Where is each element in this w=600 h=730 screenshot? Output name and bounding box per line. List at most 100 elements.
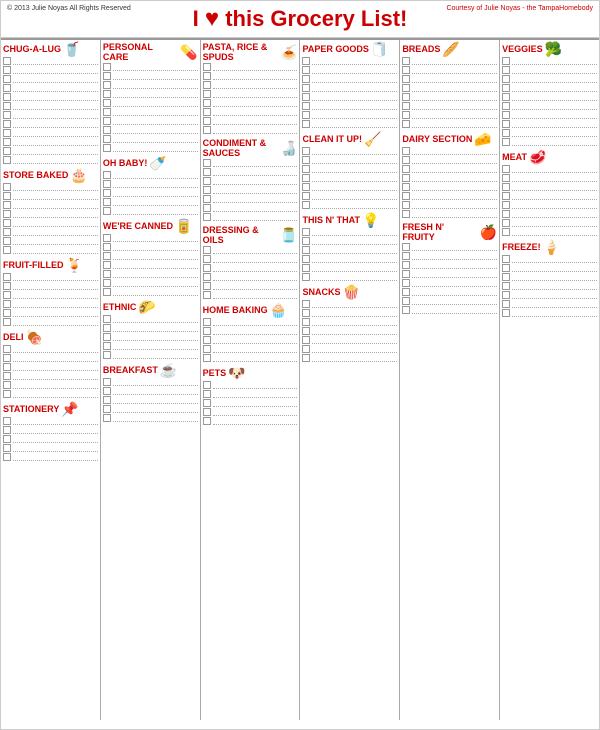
- checkbox[interactable]: [103, 81, 111, 89]
- checkbox[interactable]: [3, 273, 11, 281]
- checkbox[interactable]: [3, 417, 11, 425]
- checkbox[interactable]: [203, 417, 211, 425]
- checkbox[interactable]: [3, 291, 11, 299]
- checkbox[interactable]: [203, 81, 211, 89]
- checkbox[interactable]: [402, 174, 410, 182]
- checkbox[interactable]: [103, 378, 111, 386]
- checkbox[interactable]: [502, 219, 510, 227]
- checkbox[interactable]: [3, 102, 11, 110]
- checkbox[interactable]: [302, 66, 310, 74]
- checkbox[interactable]: [3, 381, 11, 389]
- checkbox[interactable]: [203, 282, 211, 290]
- checkbox[interactable]: [302, 165, 310, 173]
- checkbox[interactable]: [302, 75, 310, 83]
- checkbox[interactable]: [3, 246, 11, 254]
- checkbox[interactable]: [103, 234, 111, 242]
- checkbox[interactable]: [203, 159, 211, 167]
- checkbox[interactable]: [203, 354, 211, 362]
- checkbox[interactable]: [502, 102, 510, 110]
- checkbox[interactable]: [203, 168, 211, 176]
- checkbox[interactable]: [203, 291, 211, 299]
- checkbox[interactable]: [302, 201, 310, 209]
- checkbox[interactable]: [3, 147, 11, 155]
- checkbox[interactable]: [402, 75, 410, 83]
- checkbox[interactable]: [302, 318, 310, 326]
- checkbox[interactable]: [302, 354, 310, 362]
- checkbox[interactable]: [3, 282, 11, 290]
- checkbox[interactable]: [302, 300, 310, 308]
- checkbox[interactable]: [103, 252, 111, 260]
- checkbox[interactable]: [3, 228, 11, 236]
- checkbox[interactable]: [103, 324, 111, 332]
- checkbox[interactable]: [502, 201, 510, 209]
- checkbox[interactable]: [502, 192, 510, 200]
- checkbox[interactable]: [103, 207, 111, 215]
- checkbox[interactable]: [103, 279, 111, 287]
- checkbox[interactable]: [302, 102, 310, 110]
- checkbox[interactable]: [203, 186, 211, 194]
- checkbox[interactable]: [302, 120, 310, 128]
- checkbox[interactable]: [3, 210, 11, 218]
- checkbox[interactable]: [502, 93, 510, 101]
- checkbox[interactable]: [203, 213, 211, 221]
- checkbox[interactable]: [502, 210, 510, 218]
- checkbox[interactable]: [402, 84, 410, 92]
- checkbox[interactable]: [502, 129, 510, 137]
- checkbox[interactable]: [203, 117, 211, 125]
- checkbox[interactable]: [502, 75, 510, 83]
- checkbox[interactable]: [502, 138, 510, 146]
- checkbox[interactable]: [502, 111, 510, 119]
- checkbox[interactable]: [402, 306, 410, 314]
- checkbox[interactable]: [103, 180, 111, 188]
- checkbox[interactable]: [103, 72, 111, 80]
- checkbox[interactable]: [103, 396, 111, 404]
- checkbox[interactable]: [302, 93, 310, 101]
- checkbox[interactable]: [203, 273, 211, 281]
- checkbox[interactable]: [302, 273, 310, 281]
- checkbox[interactable]: [402, 120, 410, 128]
- checkbox[interactable]: [3, 129, 11, 137]
- checkbox[interactable]: [103, 117, 111, 125]
- checkbox[interactable]: [402, 288, 410, 296]
- checkbox[interactable]: [402, 183, 410, 191]
- checkbox[interactable]: [103, 90, 111, 98]
- checkbox[interactable]: [402, 147, 410, 155]
- checkbox[interactable]: [203, 408, 211, 416]
- checkbox[interactable]: [203, 327, 211, 335]
- checkbox[interactable]: [103, 99, 111, 107]
- checkbox[interactable]: [302, 156, 310, 164]
- checkbox[interactable]: [302, 246, 310, 254]
- checkbox[interactable]: [502, 291, 510, 299]
- checkbox[interactable]: [203, 63, 211, 71]
- checkbox[interactable]: [103, 63, 111, 71]
- checkbox[interactable]: [203, 177, 211, 185]
- checkbox[interactable]: [103, 288, 111, 296]
- checkbox[interactable]: [103, 333, 111, 341]
- checkbox[interactable]: [402, 201, 410, 209]
- checkbox[interactable]: [402, 57, 410, 65]
- checkbox[interactable]: [3, 444, 11, 452]
- checkbox[interactable]: [103, 387, 111, 395]
- checkbox[interactable]: [3, 435, 11, 443]
- checkbox[interactable]: [502, 300, 510, 308]
- checkbox[interactable]: [3, 309, 11, 317]
- checkbox[interactable]: [302, 111, 310, 119]
- checkbox[interactable]: [103, 351, 111, 359]
- checkbox[interactable]: [502, 174, 510, 182]
- checkbox[interactable]: [203, 99, 211, 107]
- checkbox[interactable]: [302, 57, 310, 65]
- checkbox[interactable]: [203, 399, 211, 407]
- checkbox[interactable]: [203, 204, 211, 212]
- checkbox[interactable]: [302, 147, 310, 155]
- checkbox[interactable]: [103, 108, 111, 116]
- checkbox[interactable]: [3, 237, 11, 245]
- checkbox[interactable]: [402, 270, 410, 278]
- checkbox[interactable]: [3, 111, 11, 119]
- checkbox[interactable]: [103, 189, 111, 197]
- checkbox[interactable]: [3, 300, 11, 308]
- checkbox[interactable]: [3, 453, 11, 461]
- checkbox[interactable]: [3, 183, 11, 191]
- checkbox[interactable]: [302, 192, 310, 200]
- checkbox[interactable]: [502, 282, 510, 290]
- checkbox[interactable]: [302, 84, 310, 92]
